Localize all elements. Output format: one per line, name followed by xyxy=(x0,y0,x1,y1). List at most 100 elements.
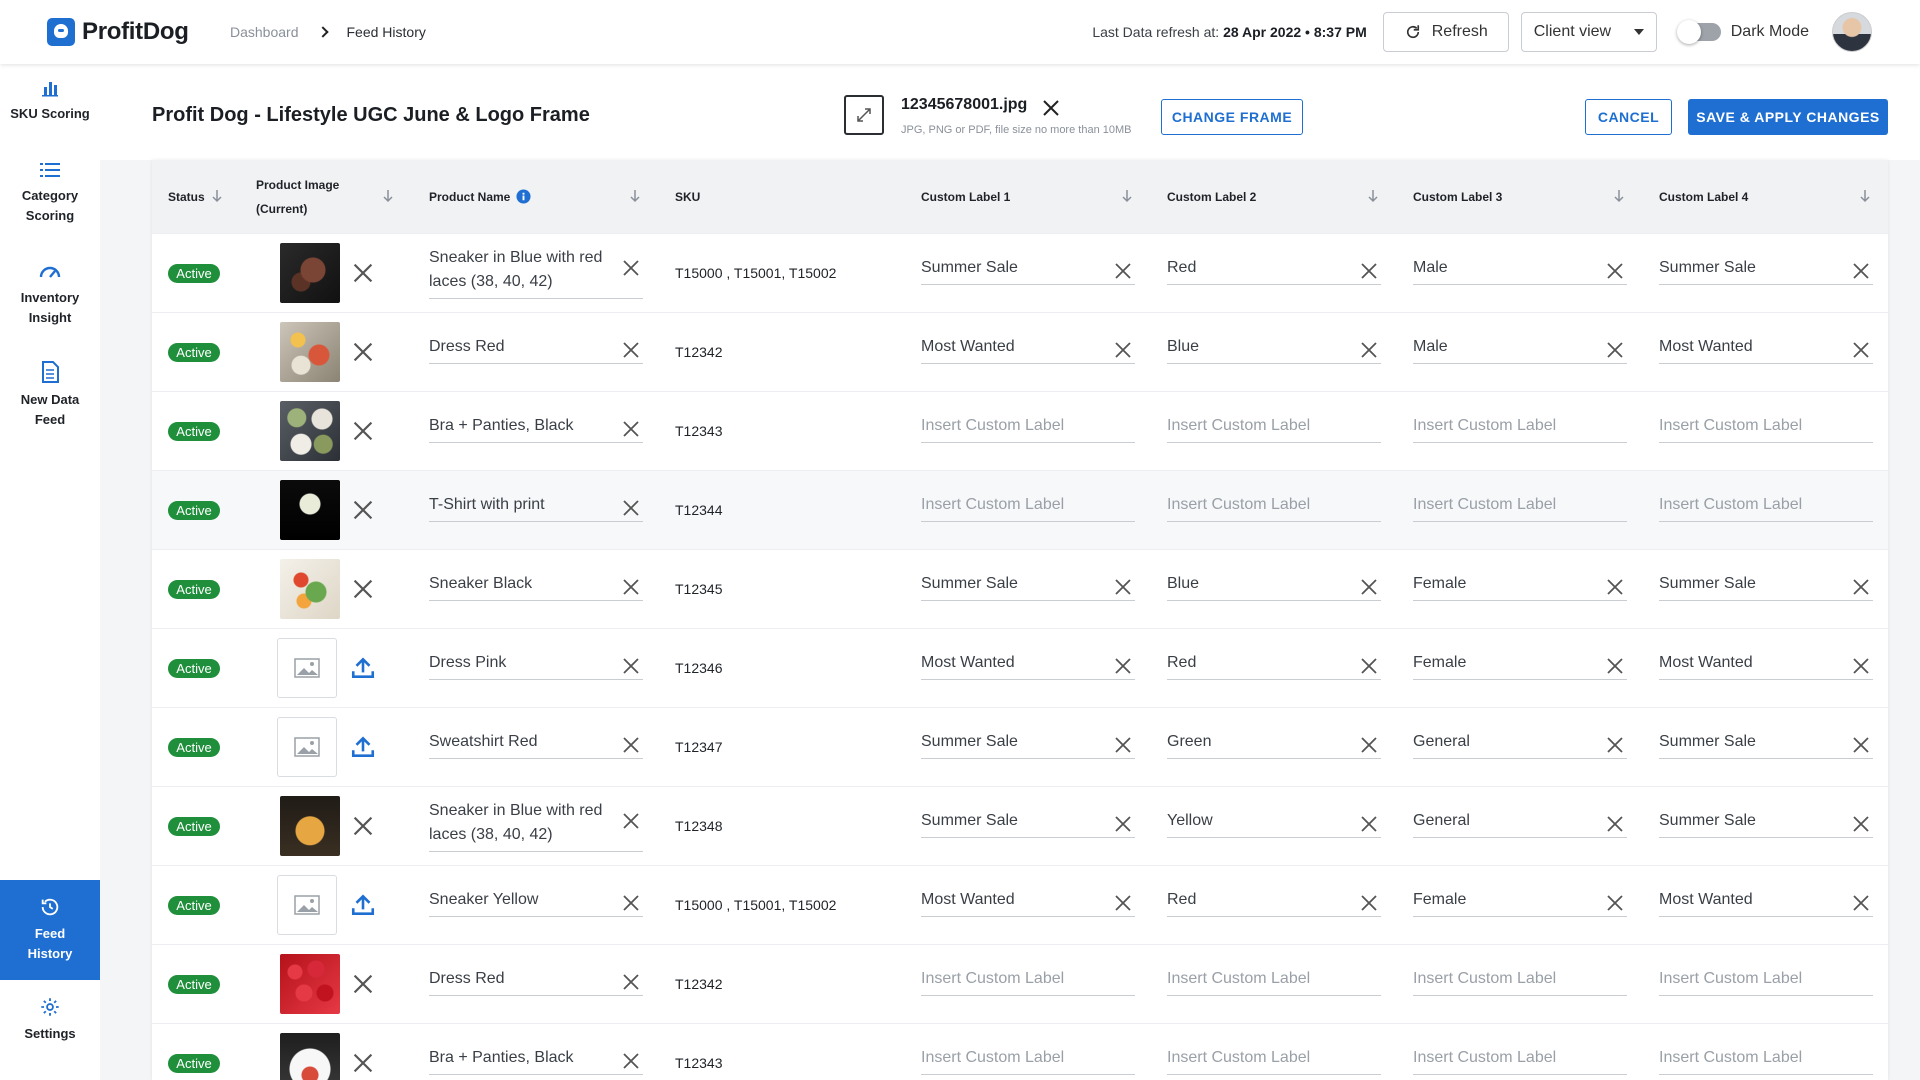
sidebar-item-sku-scoring[interactable]: SKU Scoring xyxy=(0,78,100,124)
product-name-input[interactable]: Dress Pink xyxy=(429,651,643,680)
clear-product-name-close-icon[interactable] xyxy=(621,972,641,992)
image-placeholder[interactable] xyxy=(277,717,337,777)
product-name-input[interactable]: Bra + Panties, Black xyxy=(429,1046,643,1075)
custom-label-2-input[interactable]: Insert Custom Label xyxy=(1167,414,1381,443)
custom-label-1-input[interactable]: Summer Sale xyxy=(921,572,1135,601)
custom-label-3-input[interactable]: Insert Custom Label xyxy=(1413,1046,1627,1075)
sidebar-item-category-scoring[interactable]: Category Scoring xyxy=(0,160,100,226)
product-thumbnail[interactable] xyxy=(280,401,340,461)
sidebar-item-feed-history[interactable]: Feed History xyxy=(0,880,100,980)
logo[interactable]: ProfitDog xyxy=(47,18,229,46)
remove-image-close-icon[interactable] xyxy=(351,814,375,838)
custom-label-1-input[interactable]: Most Wanted xyxy=(921,888,1135,917)
clear-custom-label-close-icon[interactable] xyxy=(1359,340,1379,360)
clear-custom-label-close-icon[interactable] xyxy=(1851,577,1871,597)
product-name-input[interactable]: Bra + Panties, Black xyxy=(429,414,643,443)
sort-arrow-down-icon[interactable] xyxy=(382,188,394,204)
sort-arrow-down-icon[interactable] xyxy=(1367,188,1379,204)
clear-custom-label-close-icon[interactable] xyxy=(1359,814,1379,834)
clear-custom-label-close-icon[interactable] xyxy=(1113,261,1133,281)
clear-custom-label-close-icon[interactable] xyxy=(1605,340,1625,360)
sort-arrow-down-icon[interactable] xyxy=(1121,188,1133,204)
custom-label-4-input[interactable]: Insert Custom Label xyxy=(1659,967,1873,996)
expand-frame-button[interactable] xyxy=(844,95,884,135)
clear-custom-label-close-icon[interactable] xyxy=(1359,577,1379,597)
change-frame-button[interactable]: CHANGE FRAME xyxy=(1161,99,1303,135)
clear-custom-label-close-icon[interactable] xyxy=(1605,814,1625,834)
custom-label-4-input[interactable]: Summer Sale xyxy=(1659,572,1873,601)
custom-label-1-input[interactable]: Insert Custom Label xyxy=(921,493,1135,522)
product-name-input[interactable]: T-Shirt with print xyxy=(429,493,643,522)
clear-product-name-close-icon[interactable] xyxy=(621,340,641,360)
remove-image-close-icon[interactable] xyxy=(351,419,375,443)
custom-label-4-input[interactable]: Summer Sale xyxy=(1659,730,1873,759)
image-placeholder[interactable] xyxy=(277,875,337,935)
product-thumbnail[interactable] xyxy=(280,954,340,1014)
column-header-custom-label-3[interactable]: Custom Label 3 xyxy=(1413,160,1502,233)
product-name-input[interactable]: Sneaker Yellow xyxy=(429,888,643,917)
custom-label-1-input[interactable]: Insert Custom Label xyxy=(921,414,1135,443)
custom-label-3-input[interactable]: General xyxy=(1413,809,1627,838)
product-name-input[interactable]: Sneaker in Blue with red laces (38, 40, 4… xyxy=(429,799,643,852)
column-header-custom-label-4[interactable]: Custom Label 4 xyxy=(1659,160,1748,233)
custom-label-4-input[interactable]: Insert Custom Label xyxy=(1659,493,1873,522)
custom-label-4-input[interactable]: Summer Sale xyxy=(1659,809,1873,838)
refresh-button[interactable]: Refresh xyxy=(1382,12,1509,52)
custom-label-3-input[interactable]: Female xyxy=(1413,888,1627,917)
remove-image-close-icon[interactable] xyxy=(351,1051,375,1075)
clear-custom-label-close-icon[interactable] xyxy=(1605,735,1625,755)
clear-custom-label-close-icon[interactable] xyxy=(1851,656,1871,676)
remove-image-close-icon[interactable] xyxy=(351,261,375,285)
clear-custom-label-close-icon[interactable] xyxy=(1113,814,1133,834)
sidebar-item-inventory-insight[interactable]: Inventory Insight xyxy=(0,260,100,328)
product-name-input[interactable]: Sneaker Black xyxy=(429,572,643,601)
clear-product-name-close-icon[interactable] xyxy=(621,1051,641,1071)
clear-product-name-close-icon[interactable] xyxy=(621,498,641,518)
dark-mode-toggle[interactable] xyxy=(1676,20,1721,44)
product-thumbnail[interactable] xyxy=(280,480,340,540)
column-header-sku[interactable]: SKU xyxy=(675,160,700,233)
clear-custom-label-close-icon[interactable] xyxy=(1851,261,1871,281)
product-thumbnail[interactable] xyxy=(280,322,340,382)
clear-custom-label-close-icon[interactable] xyxy=(1113,735,1133,755)
upload-icon[interactable] xyxy=(350,892,376,918)
custom-label-2-input[interactable]: Red xyxy=(1167,888,1381,917)
sort-arrow-down-icon[interactable] xyxy=(1859,188,1871,204)
clear-custom-label-close-icon[interactable] xyxy=(1359,893,1379,913)
product-thumbnail[interactable] xyxy=(280,1033,340,1080)
custom-label-1-input[interactable]: Summer Sale xyxy=(921,809,1135,838)
clear-product-name-close-icon[interactable] xyxy=(621,258,641,278)
clear-custom-label-close-icon[interactable] xyxy=(1359,656,1379,676)
breadcrumb-dashboard[interactable]: Dashboard xyxy=(230,24,299,40)
custom-label-2-input[interactable]: Insert Custom Label xyxy=(1167,967,1381,996)
upload-icon[interactable] xyxy=(350,655,376,681)
clear-custom-label-close-icon[interactable] xyxy=(1359,261,1379,281)
clear-product-name-close-icon[interactable] xyxy=(621,735,641,755)
product-name-input[interactable]: Dress Red xyxy=(429,967,643,996)
custom-label-1-input[interactable]: Insert Custom Label xyxy=(921,1046,1135,1075)
clear-custom-label-close-icon[interactable] xyxy=(1605,261,1625,281)
custom-label-4-input[interactable]: Most Wanted xyxy=(1659,888,1873,917)
clear-custom-label-close-icon[interactable] xyxy=(1359,735,1379,755)
image-placeholder[interactable] xyxy=(277,638,337,698)
clear-product-name-close-icon[interactable] xyxy=(621,656,641,676)
avatar[interactable] xyxy=(1832,12,1872,52)
custom-label-4-input[interactable]: Most Wanted xyxy=(1659,651,1873,680)
clear-custom-label-close-icon[interactable] xyxy=(1605,577,1625,597)
custom-label-1-input[interactable]: Summer Sale xyxy=(921,256,1135,285)
product-name-input[interactable]: Sneaker in Blue with red laces (38, 40, 4… xyxy=(429,246,643,299)
column-header-custom-label-1[interactable]: Custom Label 1 xyxy=(921,160,1010,233)
product-thumbnail[interactable] xyxy=(280,243,340,303)
product-name-input[interactable]: Dress Red xyxy=(429,335,643,364)
upload-icon[interactable] xyxy=(350,734,376,760)
custom-label-3-input[interactable]: Male xyxy=(1413,335,1627,364)
clear-custom-label-close-icon[interactable] xyxy=(1605,656,1625,676)
custom-label-2-input[interactable]: Insert Custom Label xyxy=(1167,493,1381,522)
sort-arrow-down-icon[interactable] xyxy=(211,188,223,204)
custom-label-1-input[interactable]: Most Wanted xyxy=(921,335,1135,364)
clear-custom-label-close-icon[interactable] xyxy=(1113,656,1133,676)
column-header-product-name[interactable]: Product Name xyxy=(429,160,531,233)
clear-product-name-close-icon[interactable] xyxy=(621,419,641,439)
custom-label-1-input[interactable]: Most Wanted xyxy=(921,651,1135,680)
sort-arrow-down-icon[interactable] xyxy=(1613,188,1625,204)
